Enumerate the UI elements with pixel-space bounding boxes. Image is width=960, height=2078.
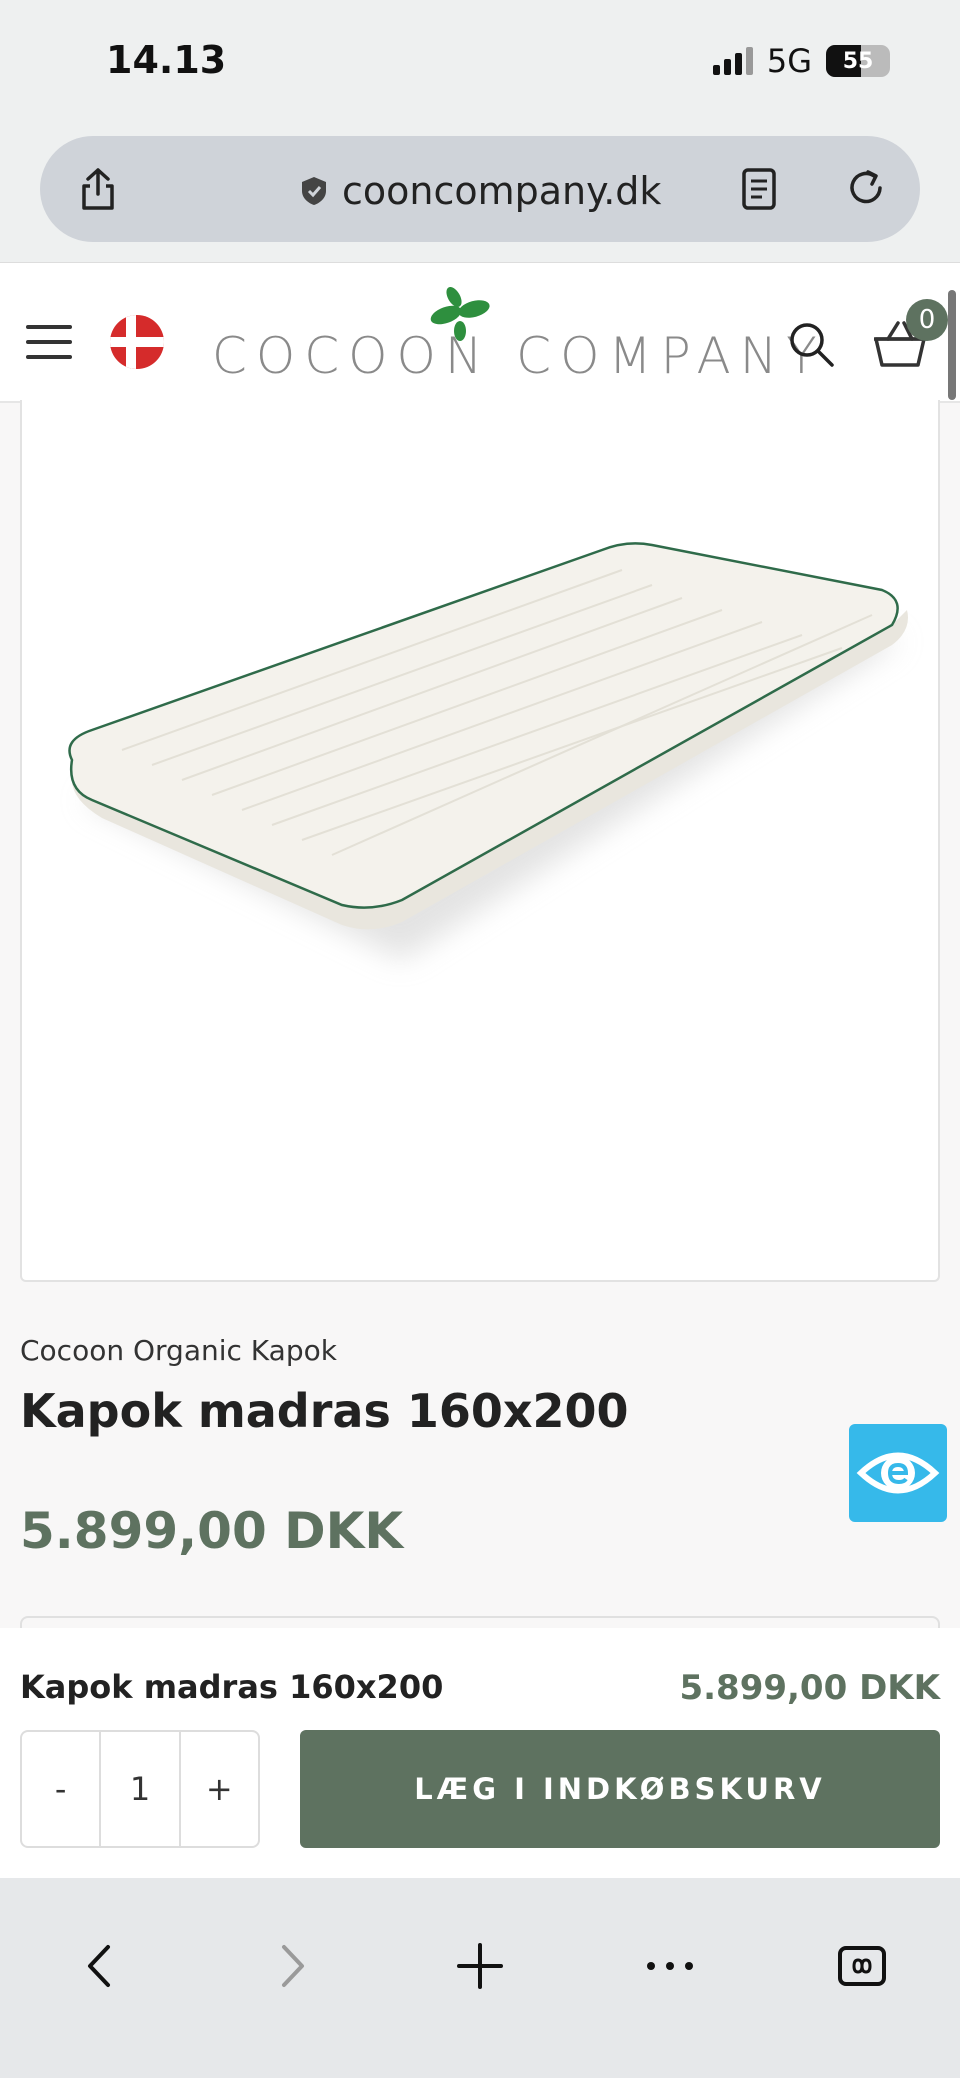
add-to-cart-button[interactable]: LÆG I INDKØBSKURV: [300, 1730, 940, 1848]
network-label: 5G: [766, 42, 812, 80]
url-text[interactable]: cooncompany.dk: [342, 169, 661, 213]
shield-icon: [302, 177, 326, 205]
qty-decrease-button[interactable]: -: [22, 1732, 99, 1846]
address-bar[interactable]: cooncompany.dk: [40, 136, 920, 242]
scrollbar[interactable]: [948, 290, 956, 400]
status-bar: 14.13 5G 55: [0, 0, 960, 128]
quantity-stepper: - 1 +: [20, 1730, 260, 1848]
sticky-product-price: 5.899,00 DKK: [679, 1668, 940, 1708]
browser-bottom-toolbar: [0, 1878, 960, 2078]
battery-level: 55: [842, 48, 874, 74]
reader-icon[interactable]: [740, 166, 778, 212]
back-icon[interactable]: [70, 1936, 130, 1996]
battery-icon: 55: [826, 45, 890, 77]
site-logo[interactable]: COCOON COMPANY: [212, 327, 826, 385]
product-image[interactable]: [20, 400, 940, 1282]
more-icon[interactable]: [640, 1936, 700, 1996]
product-title: Kapok madras 160x200: [20, 1384, 629, 1438]
forward-icon[interactable]: [262, 1936, 322, 1996]
reload-icon[interactable]: [844, 166, 888, 210]
cart-count-badge: 0: [906, 299, 948, 341]
emaerket-badge-icon[interactable]: [849, 1424, 947, 1522]
search-icon[interactable]: [786, 319, 836, 369]
qty-input[interactable]: 1: [99, 1732, 181, 1846]
sticky-add-to-cart: Kapok madras 160x200 5.899,00 DKK - 1 + …: [0, 1628, 960, 1878]
mattress-illustration: [68, 542, 908, 960]
product-price: 5.899,00 DKK: [20, 1502, 404, 1560]
qty-increase-button[interactable]: +: [181, 1732, 258, 1846]
status-indicators: 5G 55: [712, 42, 890, 80]
status-time: 14.13: [106, 38, 227, 82]
plus-icon[interactable]: [450, 1936, 510, 1996]
sticky-product-title: Kapok madras 160x200: [20, 1668, 444, 1706]
denmark-flag-icon[interactable]: [110, 315, 164, 369]
browser-toolbar: cooncompany.dk: [0, 128, 960, 263]
product-brand[interactable]: Cocoon Organic Kapok: [20, 1334, 337, 1367]
site-header: COCOON COMPANY 0: [0, 263, 960, 403]
tabs-icon[interactable]: [832, 1936, 892, 1996]
menu-icon[interactable]: [26, 325, 72, 359]
signal-icon: [712, 47, 753, 75]
share-icon[interactable]: [76, 166, 120, 212]
